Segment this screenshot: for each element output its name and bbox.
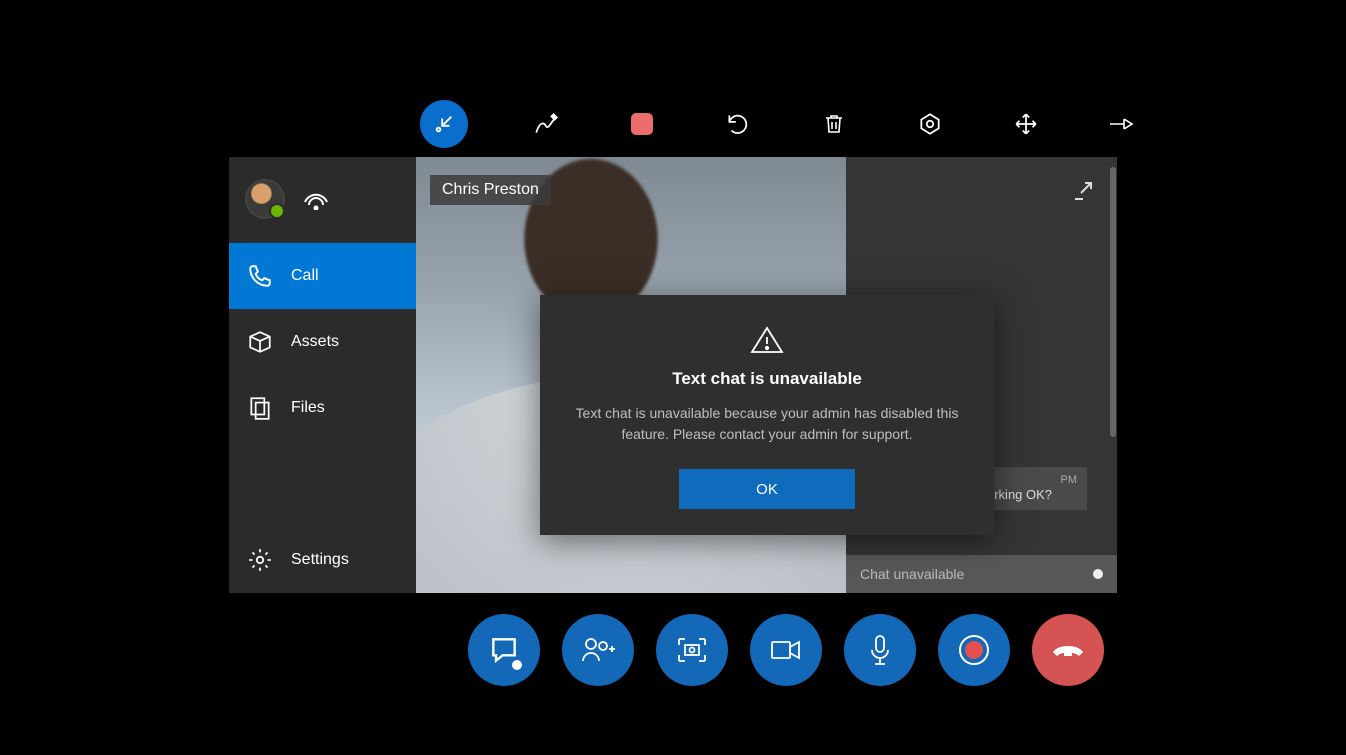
dialog-text-chat-unavailable: Text chat is unavailable Text chat is un… xyxy=(540,295,994,535)
chat-status-dot-icon xyxy=(1093,569,1103,579)
hangup-button[interactable] xyxy=(1032,614,1104,686)
sidebar-item-label: Settings xyxy=(291,551,349,569)
sidebar-item-label: Files xyxy=(291,399,325,417)
target-button[interactable] xyxy=(912,106,948,142)
video-button[interactable] xyxy=(750,614,822,686)
draw-button[interactable] xyxy=(528,106,564,142)
sidebar-header xyxy=(229,157,416,243)
gear-icon xyxy=(247,547,273,573)
participant-name-badge: Chris Preston xyxy=(430,175,551,205)
record-button[interactable] xyxy=(938,614,1010,686)
pin-button[interactable] xyxy=(1104,106,1140,142)
undo-button[interactable] xyxy=(720,106,756,142)
sidebar-item-files[interactable]: Files xyxy=(229,375,416,441)
dialog-title: Text chat is unavailable xyxy=(568,369,966,389)
add-person-button[interactable] xyxy=(562,614,634,686)
chat-input-placeholder: Chat unavailable xyxy=(860,566,964,582)
sidebar-item-label: Call xyxy=(291,267,319,285)
call-controls xyxy=(468,614,1104,686)
stop-button[interactable] xyxy=(624,106,660,142)
chat-button[interactable] xyxy=(468,614,540,686)
dialog-body: Text chat is unavailable because your ad… xyxy=(568,403,966,445)
sidebar-item-settings[interactable]: Settings xyxy=(229,527,416,593)
chat-message-text: orking OK? xyxy=(987,487,1052,502)
sidebar-item-call[interactable]: Call xyxy=(229,243,416,309)
mic-button[interactable] xyxy=(844,614,916,686)
sidebar: Call Assets Files xyxy=(229,157,416,593)
ok-button[interactable]: OK xyxy=(679,469,855,509)
chat-message-time: PM xyxy=(987,473,1077,487)
delete-button[interactable] xyxy=(816,106,852,142)
sidebar-item-assets[interactable]: Assets xyxy=(229,309,416,375)
move-button[interactable] xyxy=(1008,106,1044,142)
annotation-toolbar xyxy=(420,100,1140,148)
network-icon xyxy=(303,188,329,210)
chat-scrollbar[interactable] xyxy=(1110,167,1116,437)
arrow-in-button[interactable] xyxy=(420,100,468,148)
package-icon xyxy=(247,329,273,355)
notification-dot-icon xyxy=(512,660,522,670)
warning-icon xyxy=(568,325,966,355)
sidebar-item-label: Assets xyxy=(291,333,339,351)
avatar[interactable] xyxy=(245,179,285,219)
files-icon xyxy=(247,395,273,421)
chat-input: Chat unavailable xyxy=(846,555,1117,593)
screenshot-button[interactable] xyxy=(656,614,728,686)
popout-icon[interactable] xyxy=(1071,179,1095,203)
phone-icon xyxy=(247,263,273,289)
